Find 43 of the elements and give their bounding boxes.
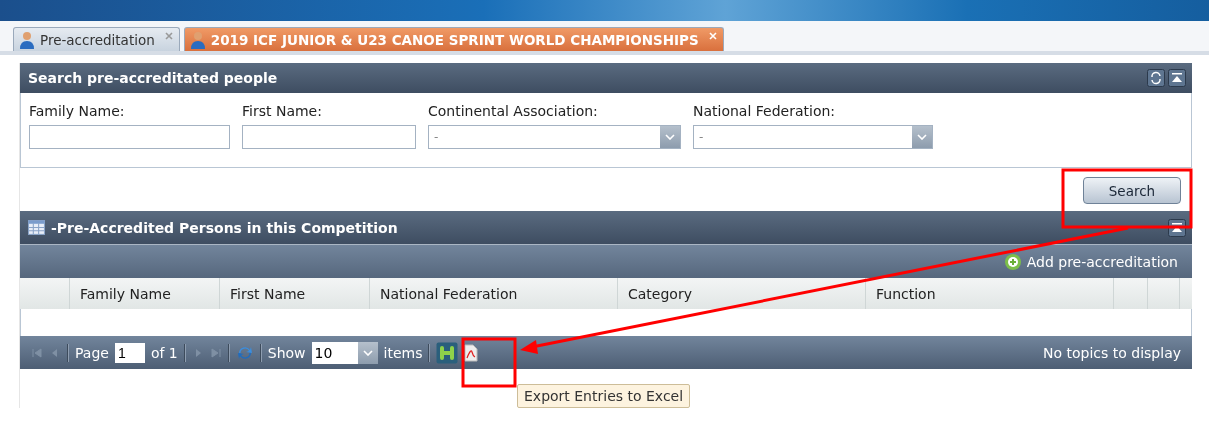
field-label: Family Name: bbox=[29, 103, 126, 119]
column-header[interactable]: Category bbox=[618, 278, 866, 309]
field-label: First Name: bbox=[242, 103, 323, 119]
text-field[interactable] bbox=[29, 125, 230, 149]
caret-icon bbox=[665, 134, 675, 140]
person-icon bbox=[19, 30, 35, 49]
first-page-icon[interactable] bbox=[31, 346, 43, 359]
highlight-frame bbox=[461, 337, 517, 388]
column-header[interactable]: National Federation bbox=[370, 278, 618, 309]
tab[interactable]: Pre-accreditation bbox=[13, 27, 180, 51]
dropdown-field[interactable]: - bbox=[693, 125, 933, 149]
field-label: Continental Association: bbox=[428, 103, 599, 119]
search-button[interactable]: Search bbox=[1083, 177, 1181, 204]
items-label: items bbox=[383, 344, 423, 361]
status-text: No topics to display bbox=[1043, 344, 1181, 361]
refresh-icon[interactable] bbox=[1147, 69, 1165, 87]
person-icon bbox=[189, 30, 206, 49]
last-page-icon[interactable] bbox=[209, 346, 222, 359]
table-icon bbox=[28, 220, 45, 235]
field-label: National Federation: bbox=[693, 103, 837, 119]
show-label: Show bbox=[267, 344, 306, 361]
page-field[interactable]: 1 bbox=[114, 342, 145, 363]
spreadsheet-icon[interactable] bbox=[436, 341, 459, 364]
tab-label: 2019 ICF JUNIOR & U23 CANOE SPRINT WORLD CHAMPIONSHIPS bbox=[210, 31, 699, 48]
column-header[interactable]: Family Name bbox=[70, 278, 220, 309]
collapse-icon[interactable] bbox=[1168, 69, 1186, 87]
page-size-dropdown[interactable]: 10 bbox=[311, 341, 378, 364]
column-header[interactable]: First Name bbox=[220, 278, 370, 309]
text-field[interactable] bbox=[242, 125, 416, 149]
column-header[interactable]: Function bbox=[866, 278, 1114, 309]
tab-label: Pre-accreditation bbox=[40, 31, 155, 48]
panel-title: Search pre-accreditated people bbox=[28, 70, 278, 86]
plus-icon bbox=[1003, 252, 1022, 271]
caret-icon bbox=[917, 134, 927, 140]
add-button[interactable]: Add pre-accreditation bbox=[1003, 252, 1178, 271]
close-icon[interactable] bbox=[163, 31, 174, 41]
document-icon[interactable] bbox=[464, 343, 479, 362]
page-label: Page bbox=[75, 344, 109, 361]
caret-icon bbox=[362, 349, 373, 356]
tooltip: Export Entries to Excel bbox=[517, 384, 691, 408]
page-count: of 1 bbox=[150, 344, 178, 361]
dropdown-field[interactable]: - bbox=[428, 125, 681, 149]
panel-title: -Pre-Accredited Persons in this Competition bbox=[51, 219, 398, 236]
